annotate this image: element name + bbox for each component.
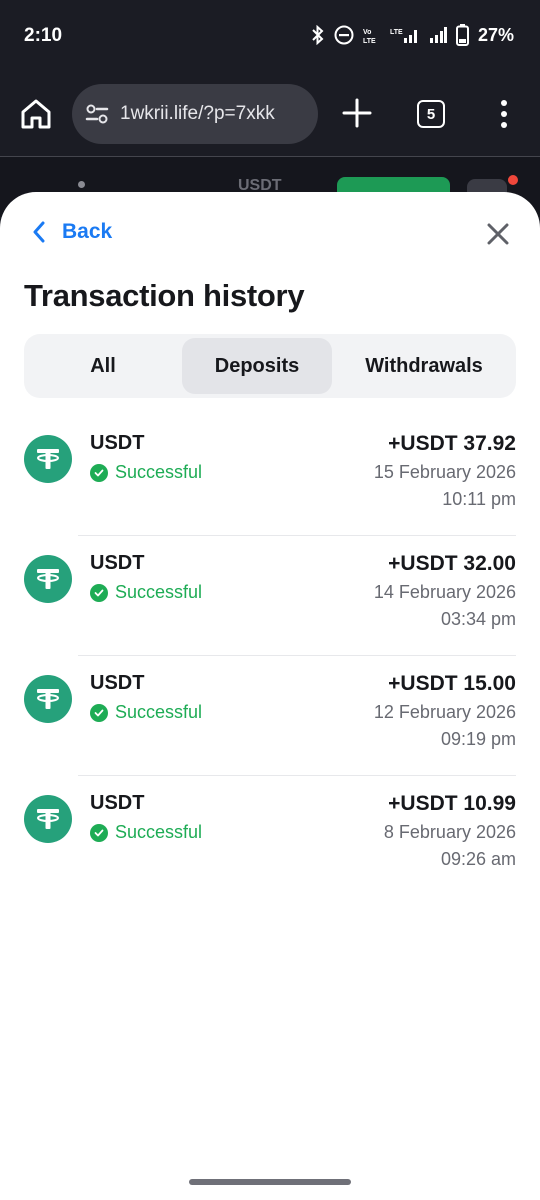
check-circle-icon (90, 823, 108, 842)
status-badge: Successful (90, 822, 202, 843)
signal-icon (429, 27, 447, 43)
svg-text:LTE: LTE (363, 38, 376, 44)
transaction-name: USDT (90, 792, 145, 814)
transaction-row[interactable]: USDT Successful +USDT 37.92 15 February … (0, 416, 540, 536)
tab-all[interactable]: All (28, 338, 178, 394)
transaction-row[interactable]: USDT Successful +USDT 15.00 12 February … (0, 656, 540, 776)
bluetooth-icon (312, 25, 324, 45)
site-settings-icon[interactable] (84, 101, 110, 127)
transaction-amount: +USDT 32.00 (388, 552, 516, 575)
battery-icon (455, 24, 469, 46)
tether-icon (24, 435, 72, 483)
page-title: Transaction history (24, 278, 305, 313)
volte-icon: Vo LTE (363, 29, 376, 44)
transaction-date: 12 February 2026 (373, 702, 516, 722)
status-icons: Vo LTE LTE 27% (311, 24, 514, 46)
svg-text:Vo: Vo (363, 29, 371, 36)
transaction-date: 8 February 2026 (383, 822, 516, 842)
battery-level: 27% (477, 24, 514, 45)
dnd-icon (334, 25, 354, 45)
background-dot (78, 181, 85, 188)
tab-switcher-button[interactable]: 5 (417, 100, 445, 128)
transaction-amount: +USDT 15.00 (388, 672, 516, 695)
status-text: Successful (115, 582, 203, 602)
check-circle-icon (90, 583, 108, 602)
browser-toolbar: 1wkrii.life/?p=7xkk 5 (0, 72, 540, 158)
transaction-time: 09:19 pm (440, 729, 516, 749)
status-bar: 2:10 Vo LTE LTE 27% (0, 0, 540, 72)
transaction-date: 14 February 2026 (373, 582, 516, 602)
back-button[interactable]: Back (32, 220, 112, 244)
transaction-name: USDT (90, 552, 145, 574)
transaction-amount: +USDT 10.99 (388, 792, 516, 815)
status-badge: Successful (90, 702, 202, 723)
transaction-time: 03:34 pm (440, 609, 516, 629)
check-circle-icon (90, 703, 108, 722)
more-menu-icon[interactable] (493, 98, 515, 130)
status-text: Successful (115, 822, 203, 842)
svg-text:LTE: LTE (390, 29, 403, 36)
chevron-left-icon (33, 221, 45, 243)
tether-icon (24, 795, 72, 843)
filter-tabs: All Deposits Withdrawals (24, 334, 516, 398)
status-badge: Successful (90, 462, 202, 483)
transaction-list: USDT Successful +USDT 37.92 15 February … (0, 416, 540, 896)
address-bar[interactable]: 1wkrii.life/?p=7xkk (72, 84, 318, 144)
back-label: Back (62, 220, 113, 243)
tab-deposits[interactable]: Deposits (182, 338, 332, 394)
url-text: 1wkrii.life/?p=7xkk (120, 103, 275, 124)
transaction-history-sheet: Back Transaction history All Deposits Wi… (0, 192, 540, 1200)
home-indicator[interactable] (189, 1179, 351, 1185)
close-icon[interactable] (484, 220, 512, 248)
new-tab-icon[interactable] (340, 96, 374, 130)
status-text: Successful (115, 462, 203, 482)
transaction-amount: +USDT 37.92 (388, 432, 516, 455)
transaction-row[interactable]: USDT Successful +USDT 10.99 8 February 2… (0, 776, 540, 896)
check-circle-icon (90, 463, 108, 482)
status-text: Successful (115, 702, 203, 722)
transaction-name: USDT (90, 672, 145, 694)
transaction-row[interactable]: USDT Successful +USDT 32.00 14 February … (0, 536, 540, 656)
status-badge: Successful (90, 582, 202, 603)
transaction-time: 09:26 am (440, 849, 516, 869)
home-icon[interactable] (18, 96, 54, 132)
status-time: 2:10 (24, 25, 63, 46)
transaction-name: USDT (90, 432, 145, 454)
transaction-time: 10:11 pm (442, 489, 516, 509)
transaction-date: 15 February 2026 (373, 462, 516, 482)
tether-icon (24, 675, 72, 723)
tether-icon (24, 555, 72, 603)
background-notification-dot (508, 175, 518, 185)
lte-signal-icon: LTE (390, 29, 417, 43)
tab-withdrawals[interactable]: Withdrawals (336, 338, 512, 394)
